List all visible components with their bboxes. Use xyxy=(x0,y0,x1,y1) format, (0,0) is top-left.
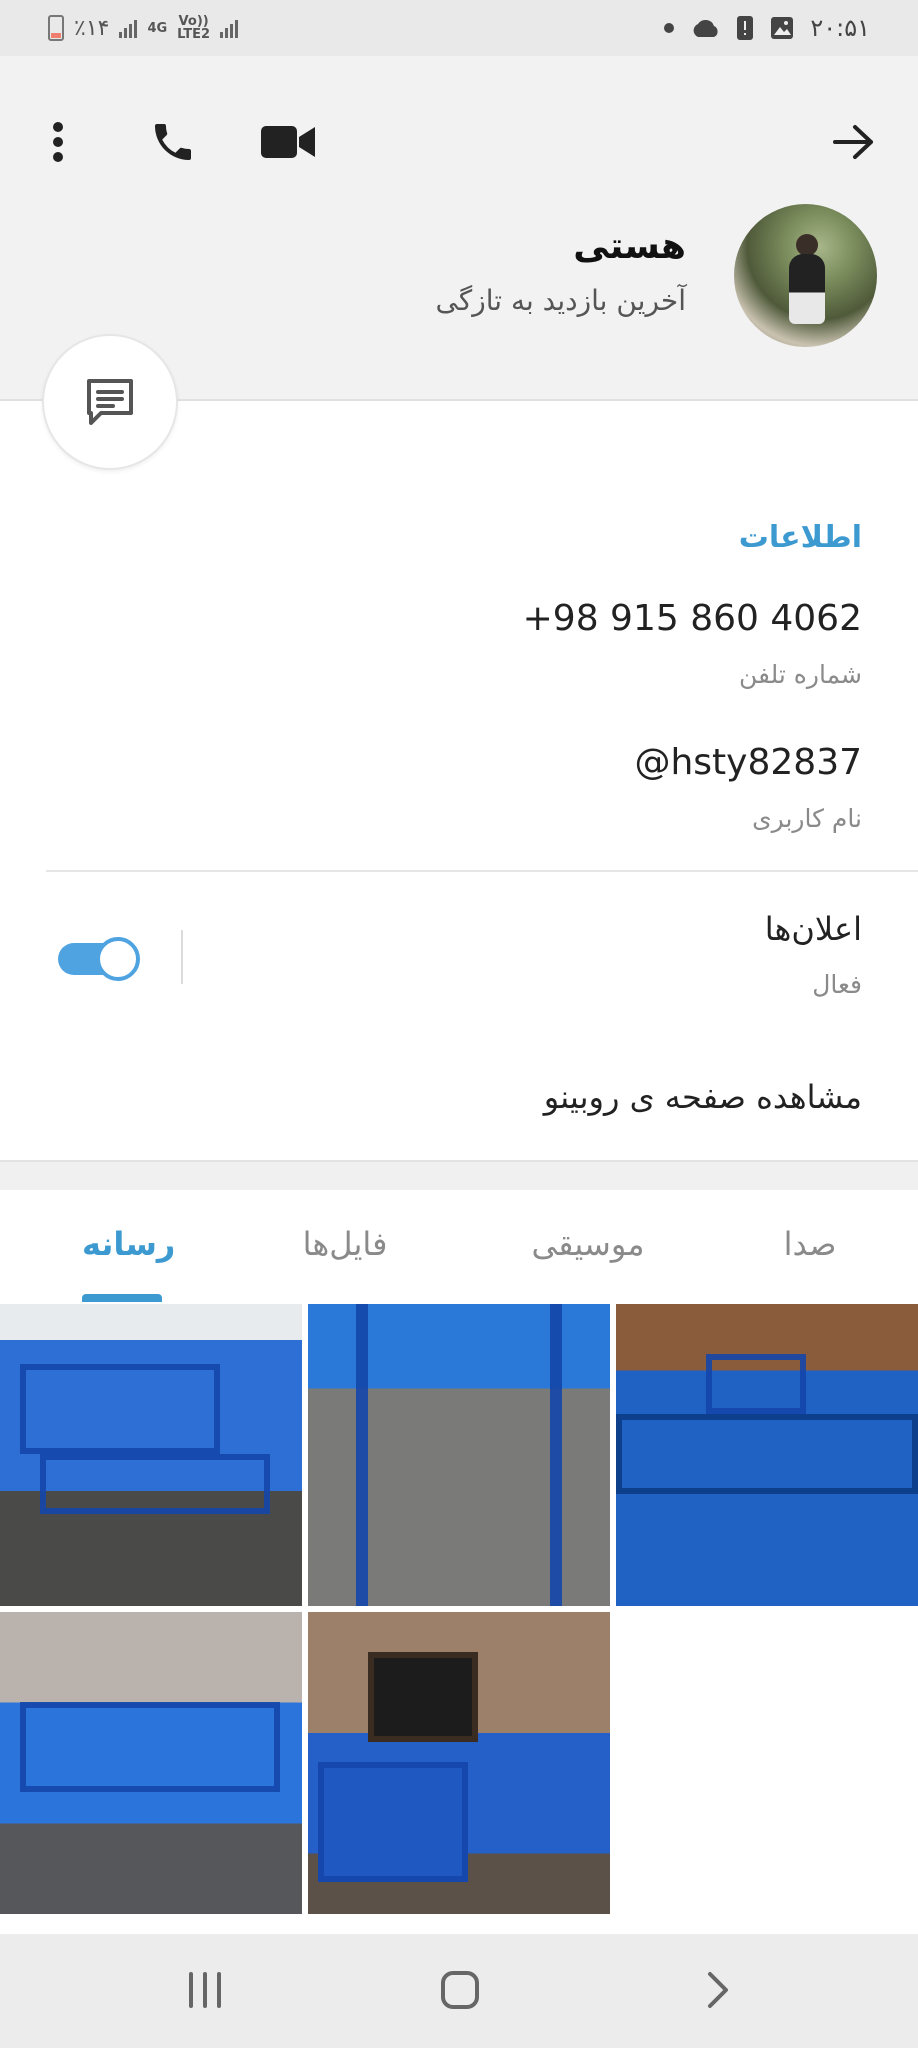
divider xyxy=(46,870,918,872)
system-navigation-bar xyxy=(0,1934,918,2048)
media-thumbnail[interactable] xyxy=(308,1612,610,1914)
status-bar: ٪۱۴ 4G Vo)) LTE2 ۲۰:۵۱ xyxy=(0,0,918,56)
voice-call-button[interactable] xyxy=(137,106,209,178)
media-thumbnail[interactable] xyxy=(616,1304,918,1606)
gallery-icon xyxy=(771,17,794,39)
recent-apps-icon xyxy=(189,1972,221,2008)
network-lte-label: Vo)) LTE2 xyxy=(177,14,211,42)
tab-files[interactable]: فایل‌ها xyxy=(290,1225,400,1263)
system-back-button[interactable] xyxy=(678,1954,758,2026)
more-options-button[interactable] xyxy=(22,106,94,178)
home-button[interactable] xyxy=(420,1954,500,2026)
home-icon xyxy=(441,1971,479,2009)
phone-call-icon xyxy=(155,124,191,160)
status-left: ٪۱۴ 4G Vo)) LTE2 xyxy=(48,12,239,44)
network-4g-label: 4G xyxy=(147,20,168,36)
tab-voice[interactable]: صدا xyxy=(778,1225,842,1263)
video-call-button[interactable] xyxy=(252,106,324,178)
media-thumbnail[interactable] xyxy=(0,1612,302,1914)
active-tab-indicator xyxy=(82,1294,162,1302)
media-thumbnail[interactable] xyxy=(0,1304,302,1606)
more-vertical-icon xyxy=(53,122,63,162)
signal-2-icon xyxy=(220,18,239,38)
toggle-thumb xyxy=(96,937,140,981)
send-message-button[interactable] xyxy=(42,334,178,470)
signal-icon xyxy=(119,18,138,38)
battery-percent: ٪۱۴ xyxy=(74,15,110,41)
chevron-right-icon xyxy=(708,1972,728,2008)
notifications-title[interactable]: اعلان‌ها xyxy=(765,910,862,948)
video-call-icon xyxy=(261,126,315,158)
info-section-title: اطلاعات xyxy=(738,520,862,555)
notifications-status: فعال xyxy=(812,970,862,999)
media-thumbnail[interactable] xyxy=(308,1304,610,1606)
cloud-icon xyxy=(693,19,718,37)
status-right: ۲۰:۵۱ xyxy=(664,12,870,44)
username[interactable]: @hsty82837 xyxy=(634,742,862,783)
alert-icon xyxy=(737,16,754,40)
avatar[interactable] xyxy=(734,204,877,347)
clock: ۲۰:۵۱ xyxy=(810,14,870,42)
phone-number-label: شماره تلفن xyxy=(738,660,862,689)
phone-number[interactable]: +98 915 860 4062 xyxy=(523,598,862,639)
username-label: نام کاربری xyxy=(752,804,862,833)
battery-icon xyxy=(48,15,64,41)
tab-media[interactable]: رسانه xyxy=(82,1225,175,1263)
recent-apps-button[interactable] xyxy=(165,1954,245,2026)
contact-name: هستی xyxy=(573,226,686,267)
back-button[interactable] xyxy=(818,106,890,178)
view-rubino-page-link[interactable]: مشاهده صفحه ی روبینو xyxy=(544,1078,862,1116)
vertical-divider xyxy=(181,930,183,984)
message-icon xyxy=(87,379,133,425)
back-arrow-icon xyxy=(833,125,873,159)
notifications-toggle[interactable] xyxy=(58,933,140,981)
tab-music[interactable]: موسیقی xyxy=(528,1225,648,1263)
dot-icon xyxy=(664,23,675,33)
last-seen-status: آخرین بازدید به تازگی xyxy=(435,284,686,317)
section-separator xyxy=(0,1160,918,1190)
